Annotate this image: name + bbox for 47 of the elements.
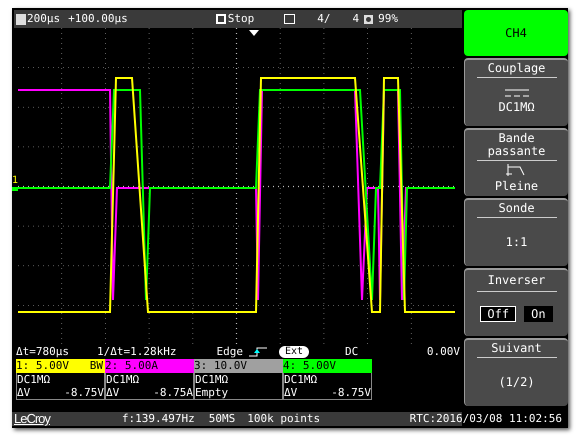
channel-delta-value: -8.75A <box>153 386 193 399</box>
channel-scale-text: 1: 5.00V <box>16 359 69 373</box>
toggle-option[interactable]: On <box>524 306 553 322</box>
channel-coupling-text: DC1MΩ <box>195 373 230 386</box>
menu-toggle-label: Inverser <box>488 274 546 287</box>
channel-menu-title: CH4 <box>464 10 568 56</box>
channel-marker: 1 <box>12 176 18 186</box>
points-text: 100k points <box>247 412 320 426</box>
channel-delta-label: ΔV <box>284 386 298 399</box>
channel-delta-value: -8.75V <box>64 386 104 399</box>
channel-delta-label: ΔV <box>106 386 120 399</box>
brand-logo-text: LeCroy <box>13 412 52 426</box>
sample-rate-text: 50MS <box>208 412 236 426</box>
channel-coupling-text: DC1MΩ <box>284 373 318 386</box>
frequency-text: f:139.497Hz <box>122 412 195 426</box>
channel-coupling-text: DC1MΩ <box>17 373 52 386</box>
battery-text: 99% <box>378 10 398 27</box>
trigger-position-icon <box>249 30 259 36</box>
menu-option-button[interactable]: Bande passante Pleine <box>464 128 568 196</box>
channel-delta-value: -8.75V <box>331 386 371 399</box>
trigger-type-text: Edge <box>216 344 243 360</box>
inverse-delta-t-text: 1/Δt=1.28kHz <box>96 344 176 360</box>
channel-delta-label: Empty <box>195 386 228 399</box>
stop-square-icon <box>216 14 226 24</box>
channel-delta-label: ΔV <box>17 386 30 399</box>
channel-scale-text: 3: 10.0V <box>194 359 247 373</box>
menu-option-button[interactable]: Suivant (1/2) <box>464 338 568 406</box>
channel-scale-text: 2: 5.00A <box>105 359 158 373</box>
menu-option-button[interactable]: Sonde 1:1 <box>464 198 568 266</box>
acquisition-count-text: 4/ <box>317 10 330 27</box>
acquisition-total-text: 4 <box>352 10 360 27</box>
trigger-level-text: 0.00V <box>426 344 460 360</box>
trigger-source-badge: Ext <box>278 346 310 358</box>
lowpass-filter-icon <box>505 162 528 176</box>
rising-edge-icon <box>248 347 267 357</box>
rtc-text: RTC:2016/03/08 11:02:56 <box>410 412 562 426</box>
dc-coupling-icon <box>502 88 530 98</box>
toggle-option[interactable]: Off <box>480 306 516 322</box>
channel-coupling-text: DC1MΩ <box>106 373 140 386</box>
trigger-coupling-text: DC <box>345 344 358 360</box>
delay-text: +100.00µs <box>68 10 128 27</box>
channel-level-marker-icon <box>12 187 18 191</box>
bandwidth-limit-text: BW <box>90 359 103 373</box>
run-state-text: Stop <box>228 10 254 27</box>
delta-t-text: Δt=780µs <box>16 344 69 360</box>
channel-scale-text: 4: 5.00V <box>283 359 336 373</box>
timebase-text: 200µs <box>27 10 60 27</box>
